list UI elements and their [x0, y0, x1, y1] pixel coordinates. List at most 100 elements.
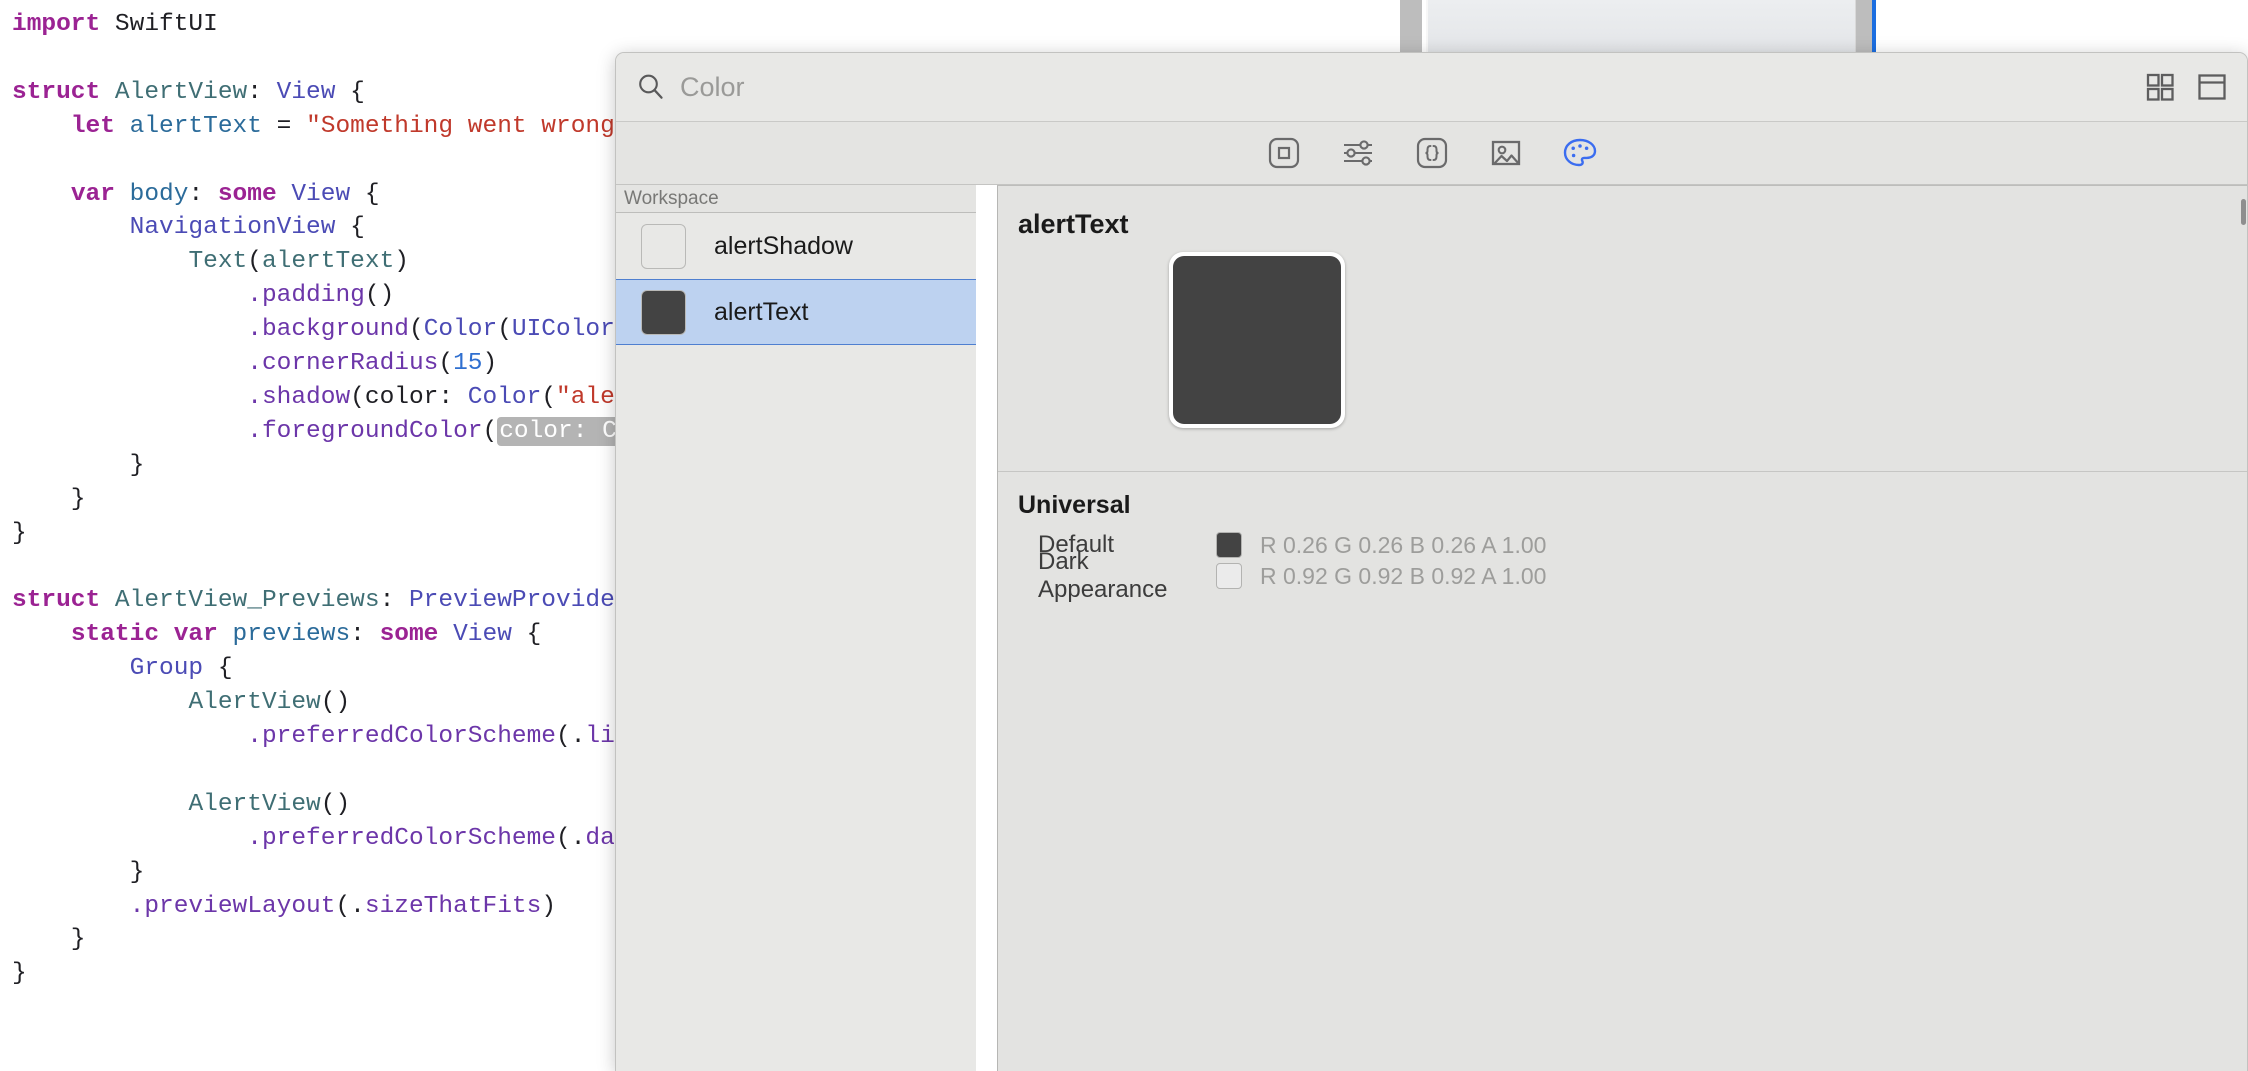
color-swatch-solid — [641, 290, 686, 335]
canvas-scrollbar-left[interactable] — [1400, 0, 1422, 57]
braces-icon[interactable] — [1406, 132, 1458, 174]
asset-label: alertShadow — [714, 232, 853, 261]
code-token: Group — [130, 655, 204, 682]
code-token: previews — [233, 621, 351, 648]
code-token: = — [262, 113, 306, 140]
sliders-icon[interactable] — [1332, 132, 1384, 174]
code-token — [12, 621, 71, 648]
code-token: . — [12, 723, 262, 750]
code-token: Text — [188, 248, 247, 275]
grid-view-icon[interactable] — [2137, 67, 2183, 107]
search-input[interactable] — [680, 72, 2137, 103]
code-token: ( — [541, 384, 556, 411]
code-token: . — [12, 893, 144, 920]
canvas-selection-edge — [1872, 0, 1876, 57]
asset-label: alertText — [714, 298, 808, 327]
preview-card[interactable] — [1426, 0, 1856, 57]
code-token: } — [12, 486, 86, 513]
color-asset-panel[interactable]: Workspace alertShadow alertText alertTex… — [615, 52, 2248, 1071]
code-token — [12, 689, 188, 716]
code-token: ( — [483, 418, 498, 445]
image-icon[interactable] — [1480, 132, 1532, 174]
code-token: . — [12, 350, 262, 377]
detail-title: alertText — [1018, 209, 1129, 240]
canvas-scrollbar-right[interactable] — [1856, 0, 1872, 57]
code-token: foregroundColor — [262, 418, 483, 445]
code-token: () — [365, 282, 394, 309]
code-token: UIColor — [512, 316, 615, 343]
palette-icon[interactable] — [1554, 132, 1606, 174]
code-token: cornerRadius — [262, 350, 438, 377]
code-token — [12, 214, 130, 241]
code-token: struct — [12, 587, 115, 614]
search-icon — [636, 72, 666, 102]
code-token: } — [12, 926, 86, 953]
code-token: alertText — [262, 248, 394, 275]
code-token: View — [453, 621, 512, 648]
preview-canvas-fragment — [1400, 0, 2220, 60]
code-token: View — [277, 79, 336, 106]
code-token: () — [321, 689, 350, 716]
detail-view-icon[interactable] — [2189, 67, 2235, 107]
asset-row-alerttext[interactable]: alertText — [616, 279, 976, 345]
code-token: sizeThatFits — [365, 893, 541, 920]
code-token: } — [12, 859, 144, 886]
asset-row-alertshadow[interactable]: alertShadow — [616, 213, 976, 279]
code-token: 15 — [453, 350, 482, 377]
code-token: . — [12, 825, 262, 852]
code-token: AlertView — [188, 689, 320, 716]
color-preview-swatch — [1173, 256, 1341, 424]
code-token: . — [12, 418, 262, 445]
code-token: struct — [12, 79, 115, 106]
appearance-swatch[interactable] — [1216, 563, 1242, 589]
code-token: preferredColorScheme — [262, 723, 556, 750]
code-token: ( — [438, 350, 453, 377]
code-token: some — [380, 621, 454, 648]
color-swatch-diagonal — [641, 224, 686, 269]
code-token: : — [380, 587, 409, 614]
code-token: { — [512, 621, 541, 648]
code-token: shadow — [262, 384, 350, 411]
sidebar-section-label: Workspace — [624, 188, 719, 210]
code-token: Color — [424, 316, 498, 343]
code-token: Color — [468, 384, 542, 411]
code-token: ) — [483, 350, 498, 377]
code-token: (. — [556, 825, 585, 852]
code-token: ) — [541, 893, 556, 920]
code-token: { — [203, 655, 232, 682]
code-token — [12, 181, 71, 208]
code-token: } — [12, 960, 27, 987]
code-token — [12, 248, 188, 275]
code-token: alertText — [130, 113, 262, 140]
code-token: (. — [335, 893, 364, 920]
code-line: import SwiftUI — [12, 8, 835, 42]
sidebar-section-header: Workspace — [616, 185, 976, 213]
code-token: preferredColorScheme — [262, 825, 556, 852]
code-token: ( — [247, 248, 262, 275]
appearance-rgba: R 0.26 G 0.26 B 0.26 A 1.00 — [1260, 532, 1546, 559]
code-token: View — [291, 181, 350, 208]
code-token: : — [247, 79, 276, 106]
code-token: { — [335, 214, 364, 241]
code-token: AlertView_Previews — [115, 587, 380, 614]
code-token — [12, 655, 130, 682]
appearance-row-dark[interactable]: Dark Appearance R 0.92 G 0.92 B 0.92 A 1… — [1038, 561, 1546, 591]
panel-search-row — [616, 53, 2247, 122]
code-token: : — [350, 621, 379, 648]
code-token: padding — [262, 282, 365, 309]
panel-body: Workspace alertShadow alertText alertTex… — [616, 185, 2247, 1071]
code-token: AlertView — [188, 791, 320, 818]
detail-scrollbar[interactable] — [2241, 199, 2246, 225]
asset-sidebar[interactable]: Workspace alertShadow alertText — [616, 185, 977, 1071]
code-token: (color: — [350, 384, 468, 411]
detail-divider — [998, 471, 2247, 472]
appearance-swatch[interactable] — [1216, 532, 1242, 558]
shape-icon[interactable] — [1258, 132, 1310, 174]
color-preview-frame[interactable] — [1169, 252, 1345, 428]
code-token: . — [12, 384, 262, 411]
code-token: import — [12, 11, 115, 38]
code-token — [12, 791, 188, 818]
code-token: } — [12, 520, 27, 547]
code-token: var — [71, 181, 130, 208]
code-token: () — [321, 791, 350, 818]
